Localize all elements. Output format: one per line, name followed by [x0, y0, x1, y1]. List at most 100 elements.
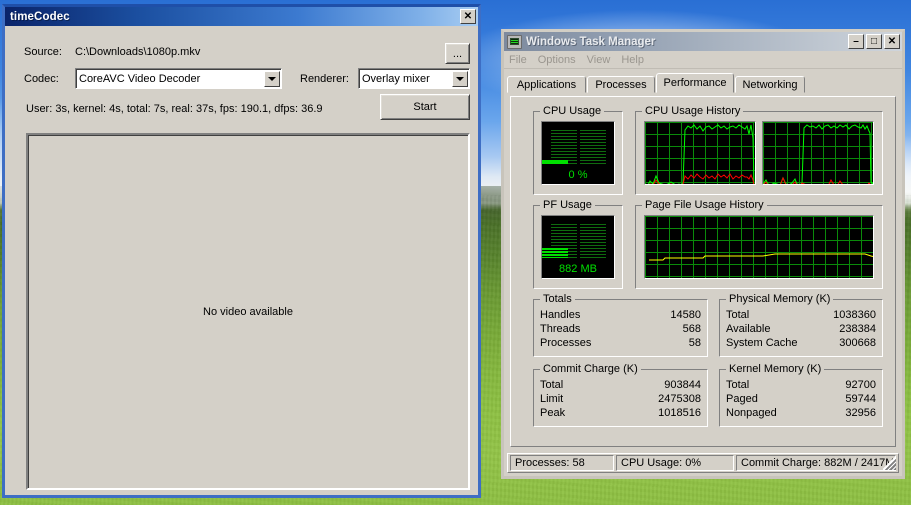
pf-history-group: Page File Usage History: [635, 199, 883, 289]
physical-memory-row: Available 238384: [720, 322, 882, 336]
row-label: Limit: [540, 393, 564, 405]
menu-item-help[interactable]: Help: [621, 54, 644, 66]
commit-charge-row: Limit 2475308: [534, 392, 707, 406]
row-label: Available: [726, 323, 771, 335]
renderer-select[interactable]: Overlay mixer: [358, 68, 470, 89]
video-preview-pane[interactable]: No video available: [26, 133, 470, 490]
row-value: 32956: [845, 407, 876, 419]
totals-group: Totals Handles 14580 Threads 568 Processes…: [533, 293, 708, 357]
renderer-label: Renderer:: [300, 73, 349, 85]
pf-usage-meter: 882 MB: [541, 215, 615, 279]
cpu-history-graph-core1: [644, 121, 756, 185]
kernel-memory-group: Kernel Memory (K) Total 92700 Paged 59744 …: [719, 363, 883, 427]
timecodec-title: timeCodec: [10, 10, 70, 23]
task-manager-window[interactable]: Windows Task Manager – □ ✕ File Options …: [501, 29, 905, 479]
menu-item-view[interactable]: View: [587, 54, 611, 66]
timing-stats-text: User: 3s, kernel: 4s, total: 7s, real: 3…: [26, 103, 323, 115]
status-commit-charge: Commit Charge: 882M / 2417M: [736, 455, 896, 471]
row-value: 2475308: [658, 393, 701, 405]
physical-memory-row: Total 1038360: [720, 308, 882, 322]
pf-history-plot: [649, 253, 873, 261]
row-value: 903844: [664, 379, 701, 391]
cpu-meter-column-2: [542, 130, 606, 164]
totals-row: Threads 568: [534, 322, 707, 336]
kernel-memory-row: Nonpaged 32956: [720, 406, 882, 420]
row-label: Nonpaged: [726, 407, 777, 419]
start-button[interactable]: Start: [380, 94, 470, 120]
row-label: Handles: [540, 309, 581, 321]
pf-meter-column-2: [542, 224, 606, 258]
renderer-select-value: Overlay mixer: [362, 72, 430, 85]
kernel-memory-row: Total 92700: [720, 378, 882, 392]
row-label: Total: [726, 309, 750, 321]
physical-memory-group: Physical Memory (K) Total 1038360 Availab…: [719, 293, 883, 357]
source-path-value: C:\Downloads\1080p.mkv: [75, 46, 201, 58]
row-label: Total: [540, 379, 564, 391]
commit-charge-row: Total 903844: [534, 378, 707, 392]
video-placeholder-text: No video available: [203, 305, 293, 318]
row-value: 14580: [670, 309, 701, 321]
codec-select-value: CoreAVC Video Decoder: [79, 72, 201, 85]
menu-item-options[interactable]: Options: [538, 54, 576, 66]
row-label: Total: [726, 379, 750, 391]
browse-button[interactable]: ...: [445, 43, 470, 64]
pf-usage-group-label: PF Usage: [540, 199, 595, 211]
row-value: 238384: [839, 323, 876, 335]
pf-history-graph: [644, 215, 874, 279]
row-value: 58: [688, 337, 701, 349]
row-label: System Cache: [726, 337, 798, 349]
tab-applications[interactable]: Applications: [507, 76, 586, 93]
tab-processes[interactable]: Processes: [587, 76, 655, 93]
row-label: Peak: [540, 407, 566, 419]
row-label: Threads: [540, 323, 581, 335]
kernel-memory-group-label: Kernel Memory (K): [726, 363, 825, 375]
row-label: Processes: [540, 337, 592, 349]
cpu-usage-meter: 0 %: [541, 121, 615, 185]
physical-memory-rows: Total 1038360 Available 238384 System Cach…: [720, 308, 882, 350]
cpu-history-core2-plot: [763, 124, 873, 184]
timecodec-window[interactable]: timeCodec ✕ Source: C:\Downloads\1080p.m…: [2, 4, 481, 498]
close-icon[interactable]: ✕: [460, 9, 476, 24]
menu-bar[interactable]: File Options View Help: [504, 51, 902, 69]
window-controls: – □ ✕: [848, 34, 900, 49]
menu-item-file[interactable]: File: [509, 54, 527, 66]
commit-charge-group: Commit Charge (K) Total 903844 Limit 24753…: [533, 363, 708, 427]
task-manager-title-bar[interactable]: Windows Task Manager – □ ✕: [504, 32, 902, 51]
totals-row: Handles 14580: [534, 308, 707, 322]
row-value: 59744: [845, 393, 876, 405]
pf-usage-group: PF Usage 882 MB: [533, 199, 623, 289]
status-cpu-usage: CPU Usage: 0%: [616, 455, 734, 471]
cpu-history-core1-plot: [645, 124, 755, 184]
totals-row: Processes 58: [534, 336, 707, 350]
minimize-icon[interactable]: –: [848, 34, 864, 49]
totals-rows: Handles 14580 Threads 568 Processes 58: [534, 308, 707, 350]
codec-select[interactable]: CoreAVC Video Decoder: [75, 68, 282, 89]
codec-label: Codec:: [24, 73, 59, 85]
status-bar: Processes: 58 CPU Usage: 0% Commit Charg…: [507, 453, 899, 473]
timecodec-title-bar[interactable]: timeCodec ✕: [5, 7, 478, 26]
task-manager-title: Windows Task Manager: [526, 35, 656, 48]
totals-group-label: Totals: [540, 293, 575, 305]
close-icon[interactable]: ✕: [884, 34, 900, 49]
chevron-down-icon[interactable]: [452, 70, 468, 87]
chevron-down-icon[interactable]: [264, 70, 280, 87]
cpu-history-group: CPU Usage History: [635, 105, 883, 195]
commit-charge-rows: Total 903844 Limit 2475308 Peak 1018516: [534, 378, 707, 420]
resize-grip-icon[interactable]: [883, 457, 896, 470]
physical-memory-row: System Cache 300668: [720, 336, 882, 350]
cpu-history-group-label: CPU Usage History: [642, 105, 744, 117]
commit-charge-group-label: Commit Charge (K): [540, 363, 641, 375]
cpu-usage-group-label: CPU Usage: [540, 105, 605, 117]
kernel-memory-rows: Total 92700 Paged 59744 Nonpaged 32956: [720, 378, 882, 420]
source-label: Source:: [24, 46, 62, 58]
tab-networking[interactable]: Networking: [735, 76, 805, 93]
maximize-icon[interactable]: □: [866, 34, 882, 49]
tab-performance[interactable]: Performance: [656, 73, 734, 93]
pf-usage-value: 882 MB: [559, 263, 597, 275]
physical-memory-group-label: Physical Memory (K): [726, 293, 834, 305]
row-label: Paged: [726, 393, 758, 405]
row-value: 300668: [839, 337, 876, 349]
performance-tab-page: CPU Usage 0 % CPU Usage History PF Usage…: [510, 96, 896, 447]
tab-strip[interactable]: Applications Processes Performance Netwo…: [507, 73, 902, 93]
cpu-usage-group: CPU Usage 0 %: [533, 105, 623, 195]
